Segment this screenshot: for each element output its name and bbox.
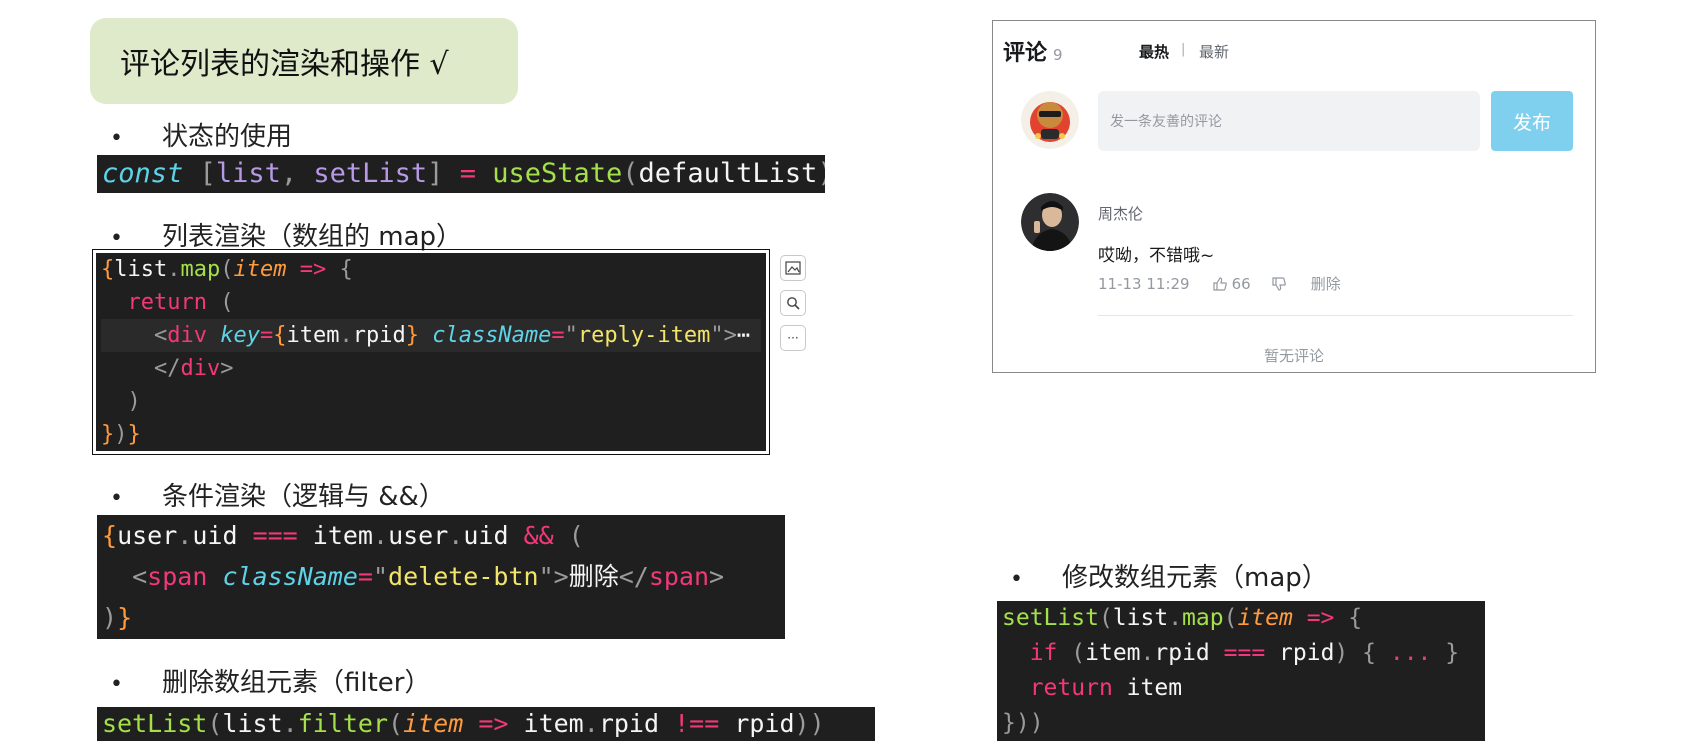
code-line: <div key={item.rpid} className="reply-it… (101, 319, 761, 352)
code-line: })) (1002, 710, 1044, 736)
code-line: return item (1029, 675, 1183, 701)
image-edit-button[interactable] (780, 255, 806, 281)
bullet-dot: • (110, 486, 123, 511)
like-button[interactable]: 66 (1212, 275, 1251, 293)
bullet-list-render-label: 列表渲染（数组的 map） (162, 222, 463, 252)
bullet-modify: • 修改数组元素（map） (998, 557, 1328, 594)
comment-username[interactable]: 周杰伦 (1098, 203, 1143, 224)
publish-button[interactable]: 发布 (1491, 91, 1573, 151)
bullet-delete: • 删除数组元素（filter） (98, 662, 430, 699)
thumbs-up-icon (1212, 276, 1227, 291)
code-line: <span className="delete-btn">删除</span> (132, 562, 725, 591)
code-line: </div> (153, 356, 234, 381)
code-line: const [list, setList] = useState(default… (102, 158, 825, 189)
code-line: {list.map(item => { (101, 257, 353, 282)
bullet-state-label: 状态的使用 (162, 122, 293, 152)
comment-count: 9 (1053, 46, 1063, 64)
bullet-delete-label: 删除数组元素（filter） (162, 668, 431, 698)
code-delete: setList(list.filter(item => item.rpid !=… (97, 707, 875, 741)
current-user-avatar (1021, 91, 1079, 149)
delete-comment-button[interactable]: 删除 (1311, 273, 1341, 294)
code-state: const [list, setList] = useState(default… (97, 155, 825, 193)
bullet-dot: • (110, 226, 123, 251)
thumbs-down-icon (1272, 276, 1286, 291)
bullet-dot: • (110, 126, 123, 151)
bullet-dot: • (110, 672, 123, 697)
slide-title-text: 评论列表的渲染和操作 √ (120, 47, 449, 82)
code-modify: setList(list.map(item => { if (item.rpid… (997, 601, 1485, 741)
image-edit-icon (785, 261, 801, 275)
search-button[interactable] (780, 290, 806, 316)
comment-user-avatar (1021, 193, 1079, 251)
dislike-button[interactable] (1271, 276, 1287, 292)
bullet-conditional-label: 条件渲染（逻辑与 &&） (162, 482, 445, 512)
code-line: ) (127, 389, 141, 414)
like-count: 66 (1231, 274, 1251, 293)
no-more-comments: 暂无评论 (1263, 347, 1324, 365)
more-icon: ··· (787, 331, 799, 345)
bullet-modify-label: 修改数组元素（map） (1062, 563, 1328, 593)
tab-new[interactable]: 最新 (1199, 41, 1229, 62)
bullet-conditional: • 条件渲染（逻辑与 &&） (98, 476, 445, 513)
code-line: setList(list.filter(item => item.rpid !=… (102, 709, 825, 738)
comment-header: 评论 9 (1003, 35, 1063, 67)
comment-text: 哎呦，不错哦~ (1098, 246, 1215, 266)
search-icon (787, 297, 800, 310)
code-line: })} (101, 422, 141, 447)
more-button[interactable]: ··· (780, 325, 806, 351)
comment-divider (1098, 315, 1573, 316)
code-list-render: {list.map(item => { return ( <div key={i… (96, 253, 766, 451)
code-conditional: {user.uid === item.user.uid && ( <span c… (97, 515, 785, 639)
tab-separator: | (1181, 42, 1186, 57)
slide-title: 评论列表的渲染和操作 √ (90, 18, 518, 104)
code-line: return ( (127, 290, 234, 315)
code-line: {user.uid === item.user.uid && ( (102, 521, 584, 550)
bullet-list-render: • 列表渲染（数组的 map） (98, 216, 462, 253)
comment-time: 11-13 11:29 (1098, 274, 1190, 293)
comment-panel: 评论 9 最热 | 最新 发一条友善的评论 发布 周杰伦 哎呦，不错哦~ 11-1… (992, 20, 1596, 373)
code-line: )} (102, 603, 133, 632)
comment-input[interactable]: 发一条友善的评论 (1098, 91, 1480, 151)
code-line: if (item.rpid === rpid) { ... } (1029, 640, 1460, 666)
bullet-dot: • (1010, 567, 1023, 592)
code-line: setList(list.map(item => { (1002, 605, 1363, 631)
comment-header-title: 评论 (1003, 41, 1048, 66)
comment-meta: 11-13 11:29 66 删除 (1098, 273, 1341, 294)
tab-hot[interactable]: 最热 (1139, 41, 1169, 62)
bullet-state: • 状态的使用 (98, 116, 292, 153)
